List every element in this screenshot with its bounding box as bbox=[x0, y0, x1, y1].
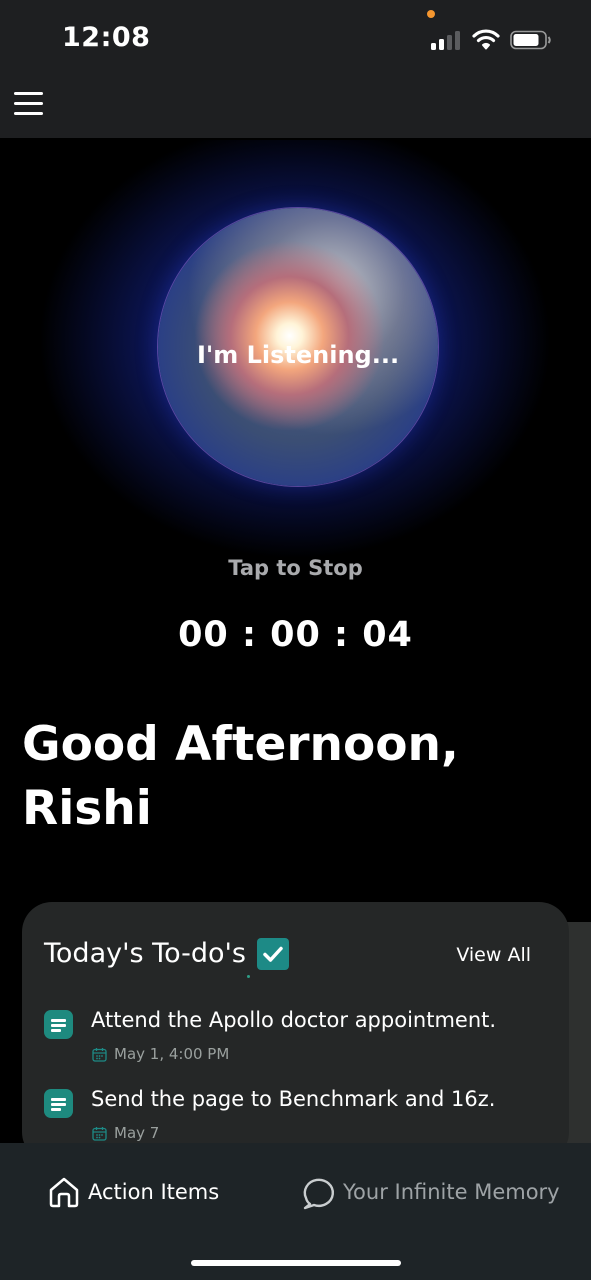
calendar-icon bbox=[92, 1048, 107, 1062]
nav-tab-action-items[interactable]: Action Items bbox=[47, 1175, 220, 1211]
calendar-icon bbox=[92, 1127, 107, 1141]
greeting-line: Good Afternoon, bbox=[22, 717, 459, 772]
user-name: Rishi bbox=[22, 781, 152, 836]
status-time: 12:08 bbox=[62, 22, 151, 53]
todo-date: May 1, 4:00 PM bbox=[114, 1045, 230, 1063]
chat-bubble-icon bbox=[303, 1178, 335, 1210]
greeting-heading: Good Afternoon, Rishi bbox=[22, 713, 562, 841]
todo-card-title: Today's To-do's bbox=[44, 938, 246, 969]
signal-icon bbox=[431, 30, 463, 50]
decorative-dot bbox=[247, 975, 250, 978]
battery-icon bbox=[510, 30, 551, 50]
note-icon bbox=[44, 1089, 73, 1118]
listening-orb-button[interactable]: I'm Listening... bbox=[158, 208, 438, 486]
status-bar: 12:08 bbox=[0, 0, 591, 80]
view-all-button[interactable]: View All bbox=[456, 944, 531, 966]
todo-text: Attend the Apollo doctor appointment. bbox=[91, 1008, 497, 1032]
nav-label-action-items: Action Items bbox=[88, 1180, 220, 1204]
home-icon bbox=[49, 1177, 79, 1208]
wifi-icon bbox=[472, 29, 500, 50]
hamburger-menu-icon[interactable] bbox=[14, 92, 44, 118]
listening-label: I'm Listening... bbox=[196, 341, 400, 369]
recording-indicator-dot bbox=[427, 10, 435, 18]
checkbox-checked-icon bbox=[257, 938, 289, 970]
todo-card: Today's To-do's View All Attend the Apol… bbox=[22, 902, 569, 1162]
recording-timer: 00 : 00 : 04 bbox=[178, 615, 413, 655]
nav-tab-infinite-memory[interactable]: Your Infinite Memory bbox=[301, 1175, 560, 1211]
note-icon bbox=[44, 1010, 73, 1039]
app-header bbox=[0, 80, 591, 138]
todo-date: May 7 bbox=[114, 1124, 160, 1142]
tap-to-stop-button[interactable]: Tap to Stop bbox=[0, 556, 591, 580]
todo-text: Send the page to Benchmark and 16z. bbox=[91, 1087, 496, 1111]
nav-label-infinite-memory: Your Infinite Memory bbox=[343, 1180, 560, 1204]
home-indicator[interactable] bbox=[191, 1260, 401, 1266]
